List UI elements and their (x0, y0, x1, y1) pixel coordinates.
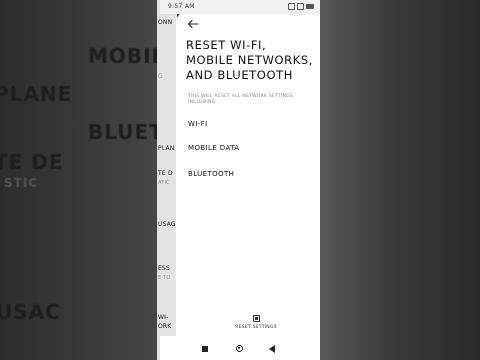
recents-square-icon[interactable] (202, 346, 208, 352)
battery-icon (306, 4, 314, 9)
back-arrow-svg (187, 19, 199, 29)
home-circle-icon[interactable] (236, 345, 243, 352)
status-icons (288, 3, 314, 10)
notification-icon (288, 3, 295, 10)
reset-icon (252, 315, 260, 322)
reset-settings-label: RESET SETTINGS (235, 325, 277, 330)
strip-label: E TO (158, 275, 171, 281)
bg-text-stic: STIC (4, 176, 39, 190)
strip-label: TE D (158, 170, 173, 177)
list-item-wifi: WI-FI (188, 120, 208, 128)
strip-label: ATIC (158, 180, 170, 186)
status-bar: 9:57 AM (160, 0, 320, 14)
strip-label: PLAN (158, 145, 175, 152)
list-item-bluetooth: BLUETOOTH (188, 170, 235, 178)
strip-label: USAG (158, 221, 176, 228)
background-video-left: MOBILE PLANE BLUETOOTH TE DE STIC USAC (0, 0, 160, 360)
settings-list-behind: ONN G PLAN TE D ATIC USAG ESS E TO WI- O… (157, 0, 177, 360)
bg-text-te-de: TE DE (0, 150, 64, 174)
bg-text-usac: USAC (0, 300, 61, 324)
reset-network-sheet: RESET WI-FI, MOBILE NETWORKS, AND BLUETO… (176, 12, 320, 358)
strip-label: WI- (158, 314, 169, 321)
page-title: RESET WI-FI, MOBILE NETWORKS, AND BLUETO… (186, 38, 313, 82)
list-item-mobile-data: MOBILE DATA (188, 144, 240, 152)
bg-text-bluetooth: BLUETOOTH (88, 120, 160, 144)
navigation-bar (160, 336, 320, 360)
page-description: THIS WILL RESET ALL NETWORK SETTINGS, IN… (188, 94, 295, 105)
bg-text-mobile: MOBILE (88, 44, 160, 68)
back-arrow-icon[interactable] (187, 18, 201, 32)
status-time: 9:57 AM (168, 3, 195, 10)
strip-label: ONN (158, 19, 173, 26)
back-triangle-icon[interactable] (269, 345, 275, 353)
background-video-right (320, 0, 480, 360)
bg-text-plane: PLANE (0, 82, 73, 106)
strip-label: ESS (158, 265, 171, 272)
strip-label: ORK (158, 323, 172, 330)
strip-label: G (158, 73, 163, 80)
reset-settings-button[interactable]: RESET SETTINGS (226, 315, 286, 337)
signal-icon (297, 3, 304, 10)
